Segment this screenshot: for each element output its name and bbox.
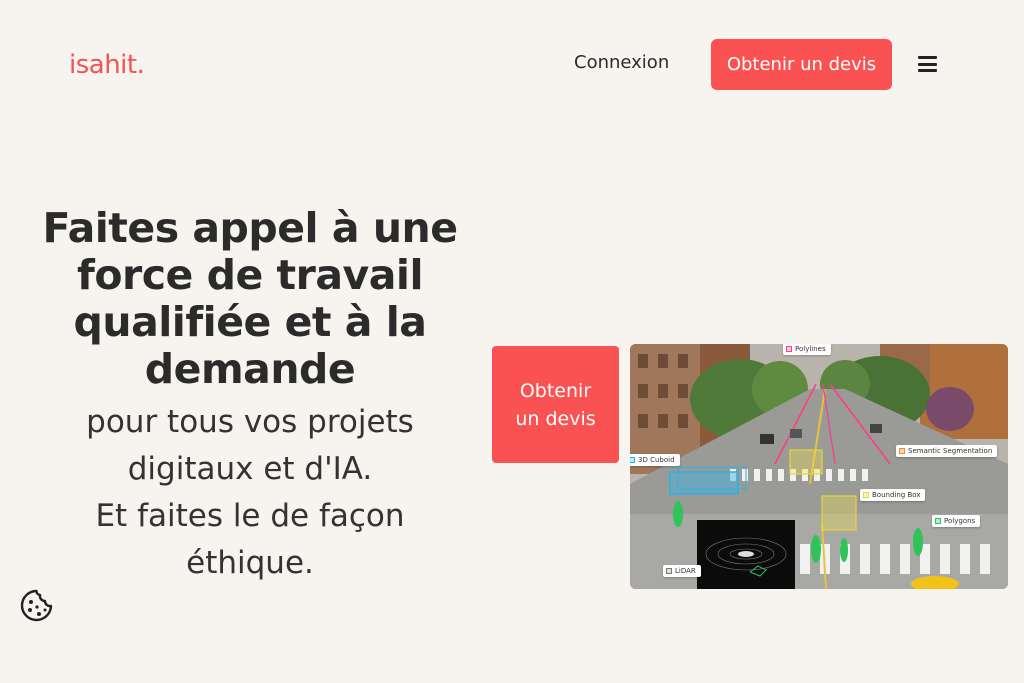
street-scene-image xyxy=(630,344,1008,589)
semantic-label: Semantic Segmentation xyxy=(908,447,993,455)
lidar-swatch-icon xyxy=(666,568,672,574)
cuboid-tag: 3D Cuboid xyxy=(630,454,680,466)
semantic-segmentation-tag: Semantic Segmentation xyxy=(896,445,998,457)
bounding-box-tag: Bounding Box xyxy=(860,489,926,501)
polylines-tag: Polylines xyxy=(783,344,831,355)
bbox-label: Bounding Box xyxy=(872,491,921,499)
cuboid-label: 3D Cuboid xyxy=(638,456,675,464)
hero-title: Faites appel à une force de travail qual… xyxy=(42,204,458,393)
lidar-label: LiDAR xyxy=(675,567,696,575)
hero-subtitle: pour tous vos projets digitaux et d'IA. … xyxy=(86,404,414,581)
polylines-swatch-icon xyxy=(786,346,792,352)
cuboid-swatch-icon xyxy=(630,457,635,463)
annotation-illustration: Polylines 3D Cuboid Semantic Segmentatio… xyxy=(630,344,1008,589)
hamburger-menu-icon[interactable] xyxy=(918,56,937,72)
lidar-tag: LiDAR xyxy=(663,565,701,577)
polygons-swatch-icon xyxy=(935,518,941,524)
semantic-swatch-icon xyxy=(899,448,905,454)
hero-quote-button[interactable]: Obtenir un devis xyxy=(492,346,619,463)
polygons-label: Polygons xyxy=(944,517,976,525)
hero-text: Faites appel à une force de travail qual… xyxy=(20,205,480,587)
polygons-tag: Polygons xyxy=(932,515,981,527)
bbox-swatch-icon xyxy=(863,492,869,498)
polylines-label: Polylines xyxy=(795,345,826,353)
logo[interactable]: isahit. xyxy=(69,50,145,80)
cookie-icon[interactable] xyxy=(20,589,53,622)
get-quote-button[interactable]: Obtenir un devis xyxy=(711,39,892,90)
login-link[interactable]: Connexion xyxy=(574,52,669,73)
